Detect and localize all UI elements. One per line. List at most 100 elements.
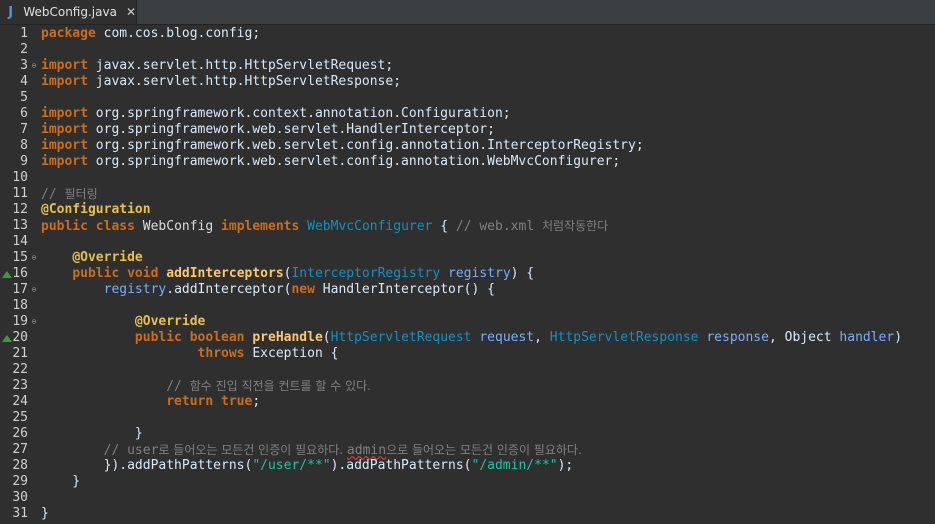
fold-collapse-icon[interactable]: ⊖	[30, 58, 38, 74]
line-number: 7	[20, 122, 28, 137]
code-token: javax.servlet.http.HttpServletRequest;	[87, 58, 394, 73]
line-number: 13	[12, 218, 28, 233]
line-number: 17	[12, 282, 28, 297]
line-number: 10	[12, 170, 28, 185]
override-marker-icon[interactable]	[2, 266, 12, 282]
code-line: public boolean preHandle(HttpServletRequ…	[41, 330, 902, 346]
code-token: "/user/**"	[252, 458, 331, 473]
code-token: preHandle	[252, 330, 323, 345]
code-line: registry.addInterceptor(new HandlerInter…	[41, 282, 495, 298]
code-token: javax.servlet.http.HttpServletResponse;	[87, 74, 402, 89]
code-token: addInterceptors	[166, 266, 284, 281]
code-token: Exception {	[244, 346, 339, 361]
code-line: import org.springframework.web.servlet.c…	[41, 138, 644, 154]
line-number: 11	[12, 186, 28, 201]
line-number: 28	[12, 458, 28, 473]
line-number: 25	[12, 410, 28, 425]
tab-label: WebConfig.java	[23, 5, 117, 19]
code-token: registry	[103, 282, 167, 297]
code-line: import org.springframework.web.servlet.c…	[41, 154, 620, 170]
java-editor: J WebConfig.java ✕ 1 2 3 ⊖ 4 5 6 7 8 9 10 11 12 13 14 1…	[0, 0, 935, 524]
code-token: @Override	[72, 250, 143, 265]
code-line: // user로 들어오는 모든건 인증이 필요하다. admin으로 들어오는…	[41, 442, 582, 458]
line-number: 4	[20, 74, 28, 89]
code-line: import javax.servlet.http.HttpServletReq…	[41, 58, 393, 74]
line-number: 5	[20, 90, 28, 105]
fold-collapse-icon[interactable]: ⊖	[30, 282, 38, 298]
fold-collapse-icon[interactable]: ⊖	[30, 250, 38, 266]
code-token: )	[894, 330, 903, 345]
code-token: implements	[221, 219, 300, 234]
line-number: 9	[20, 154, 28, 169]
editor-tab-bar: J WebConfig.java ✕	[0, 0, 935, 25]
close-icon[interactable]: ✕	[126, 5, 136, 19]
code-token: HttpServletResponse	[549, 330, 699, 345]
code-line: @Configuration	[41, 202, 151, 218]
override-marker-icon[interactable]	[2, 330, 12, 346]
line-number: 8	[20, 138, 28, 153]
line-number: 24	[12, 394, 28, 409]
code-token: org.springframework.web.servlet.HandlerI…	[87, 122, 495, 137]
code-token: import	[41, 138, 88, 153]
code-token: public	[41, 219, 88, 234]
code-line: }).addPathPatterns("/user/**").addPathPa…	[41, 458, 574, 474]
line-number: 14	[12, 234, 28, 249]
line-number: 2	[20, 42, 28, 57]
code-token: class	[95, 219, 135, 234]
line-number: 12	[12, 202, 28, 217]
code-token: import	[41, 106, 88, 121]
code-line: @Override	[41, 250, 143, 266]
code-token: ,	[534, 330, 550, 345]
code-token: new	[291, 282, 315, 297]
code-line: // 함수 진입 직전을 컨트롤 할 수 있다.	[41, 378, 371, 394]
line-number: 22	[12, 362, 28, 377]
code-token: HandlerInterceptor() {	[314, 282, 495, 297]
code-token: }).addPathPatterns(	[41, 458, 253, 473]
code-token: HttpServletRequest	[330, 330, 472, 345]
code-line: throws Exception {	[41, 346, 339, 362]
code-token: import	[41, 58, 88, 73]
code-token: ).addPathPatterns(	[330, 458, 472, 473]
code-token: void	[127, 266, 159, 281]
code-area[interactable]: package com.cos.blog.config; import javax…	[41, 24, 935, 524]
line-number: 19	[12, 314, 28, 329]
code-token: .addInterceptor(	[166, 282, 292, 297]
code-line: import org.springframework.context.annot…	[41, 106, 511, 122]
code-token: public	[134, 330, 182, 345]
line-number: 30	[12, 490, 28, 505]
code-token: //	[166, 379, 190, 394]
code-token: InterceptorRegistry	[291, 266, 441, 281]
code-token: ;	[252, 394, 261, 409]
line-number: 21	[12, 346, 28, 361]
code-line: // 필터링	[41, 186, 98, 202]
code-token: registry	[448, 266, 511, 281]
code-token: 함수 진입 직전을 컨트롤 할 수 있다.	[189, 379, 371, 393]
tab-webconfig-java[interactable]: J WebConfig.java ✕	[0, 0, 137, 24]
line-number: 6	[20, 106, 28, 121]
fold-collapse-icon[interactable]: ⊖	[30, 314, 38, 330]
line-number: 18	[12, 298, 28, 313]
line-number: 23	[12, 378, 28, 393]
code-line: }	[41, 506, 49, 522]
code-line: }	[41, 426, 143, 442]
line-number: 15	[12, 250, 28, 265]
code-token: org.springframework.context.annotation.C…	[87, 106, 511, 121]
code-line: @Override	[41, 314, 205, 330]
code-token: handler	[839, 330, 895, 345]
java-file-icon: J	[8, 4, 14, 20]
code-token: org.springframework.web.servlet.config.a…	[87, 154, 621, 169]
code-token: public	[72, 266, 120, 281]
code-token: 처럼작동한다	[541, 219, 609, 233]
code-line: import javax.servlet.http.HttpServletRes…	[41, 74, 401, 90]
line-number: 27	[12, 442, 28, 457]
